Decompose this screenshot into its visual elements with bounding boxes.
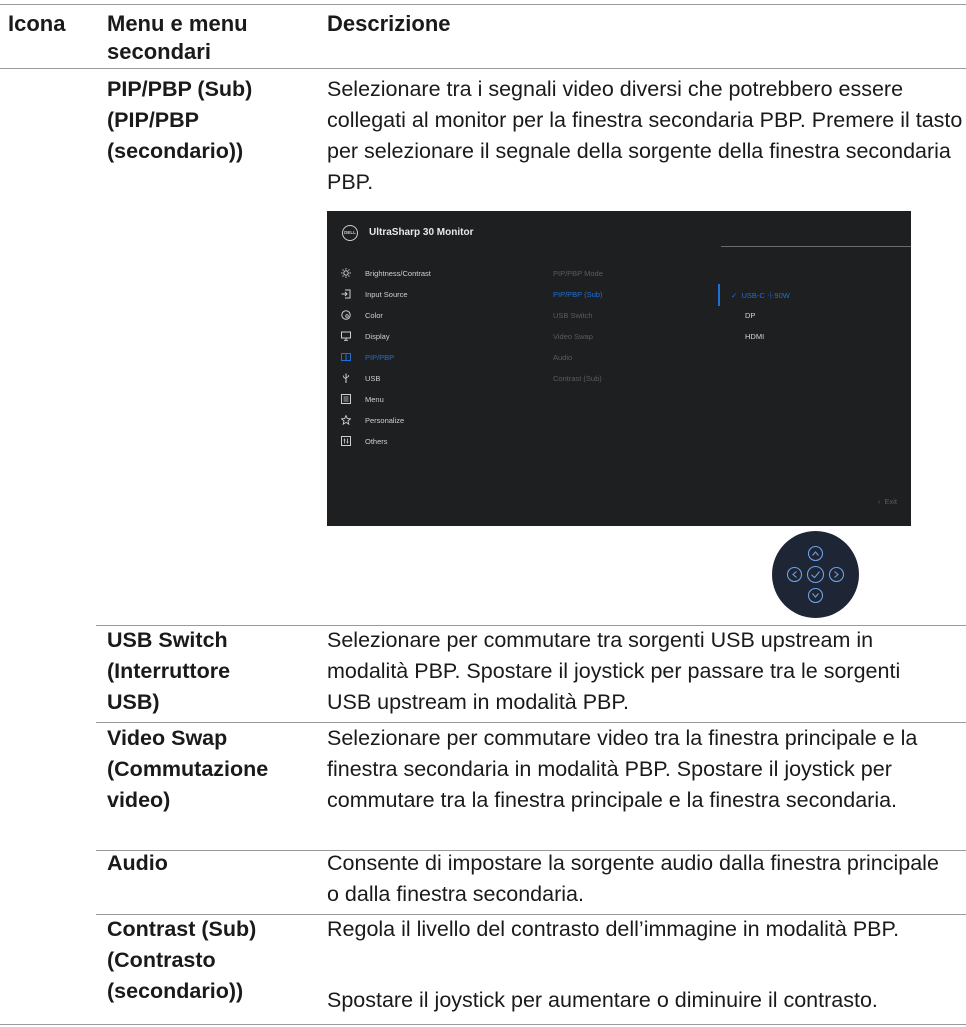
osd-selection-bar	[718, 284, 720, 306]
color-icon	[341, 310, 351, 320]
header-icon: Icona	[8, 11, 66, 36]
osd-item-label: Brightness/Contrast	[365, 268, 431, 278]
usb-icon	[341, 373, 351, 383]
desc-usb-switch: Selezionare per commutare tra sorgenti U…	[327, 628, 901, 714]
dell-logo: DELL	[342, 225, 358, 241]
osd-sub-usb-switch: USB Switch	[553, 311, 593, 320]
bottom-rule	[0, 1024, 966, 1025]
menu-video-swap: Video Swap (Commutazione video)	[107, 726, 269, 812]
osd-item-others: Others	[341, 434, 388, 448]
desc-contrast-sub: Regola il livello del contrasto dell’imm…	[327, 917, 900, 941]
top-rule	[0, 4, 966, 5]
menu-contrast-sub: Contrast (Sub) (Contrasto (secondario))	[107, 917, 257, 1003]
osd-exit: ‹ Exit	[878, 497, 897, 506]
osd-sub-pip-pbp-mode: PIP/PBP Mode	[553, 269, 603, 278]
check-icon: ✓	[731, 291, 738, 300]
osd-sub-contrast-sub: Contrast (Sub)	[553, 374, 602, 383]
osd-sub-audio: Audio	[553, 353, 573, 362]
osd-item-display: Display	[341, 329, 390, 343]
osd-sub-video-swap: Video Swap	[553, 332, 593, 341]
header-rule	[0, 68, 966, 69]
menu-usb-switch: USB Switch (Interruttore USB)	[107, 628, 231, 714]
osd-sub-pip-pbp-sub: PIP/PBP (Sub)	[553, 290, 603, 299]
osd-option-extra: 90W	[774, 291, 790, 300]
menu-audio: Audio	[107, 851, 168, 875]
osd-item-pip-pbp: PIP/PBP	[341, 350, 394, 364]
pip-pbp-icon	[341, 352, 351, 362]
osd-exit-label: Exit	[884, 497, 897, 506]
desc-video-swap: Selezionare per commutare video tra la f…	[327, 726, 918, 812]
display-icon	[341, 331, 351, 341]
header-description: Descrizione	[327, 11, 451, 36]
osd-option-usb-c: ✓ USB-C ⏆90W	[731, 290, 790, 301]
osd-menu-screenshot: DELL UltraSharp 30 Monitor Brightness/Co…	[327, 211, 911, 526]
menu-pip-pbp-sub: PIP/PBP (Sub) (PIP/PBP (secondario))	[107, 77, 253, 163]
osd-item-label: Color	[365, 310, 383, 320]
osd-item-label: USB	[365, 373, 381, 383]
osd-item-personalize: Personalize	[341, 413, 404, 427]
osd-item-label: Personalize	[365, 415, 405, 425]
menu-icon	[341, 394, 351, 404]
osd-option-label: USB-C	[741, 291, 765, 300]
osd-item-menu: Menu	[341, 392, 384, 406]
osd-item-label: Menu	[365, 394, 384, 404]
others-icon	[341, 436, 351, 446]
osd-item-usb: USB	[341, 371, 380, 385]
desc-contrast-sub-2: Spostare il joystick per aumentare o dim…	[327, 988, 878, 1012]
header-menu: Menu e menu secondari	[107, 11, 248, 64]
osd-item-label: Others	[365, 436, 388, 446]
osd-title-rule	[721, 246, 911, 247]
osd-item-label: PIP/PBP	[365, 352, 395, 362]
osd-option-hdmi: HDMI	[745, 332, 765, 341]
input-source-icon	[341, 289, 351, 299]
osd-title: UltraSharp 30 Monitor	[369, 227, 474, 238]
star-icon	[341, 415, 351, 425]
joystick-icon	[772, 531, 859, 618]
osd-item-label: Display	[365, 331, 390, 341]
brightness-icon	[341, 268, 351, 278]
desc-audio: Consente di impostare la sorgente audio …	[327, 851, 939, 906]
osd-item-input-source: Input Source	[341, 287, 408, 301]
desc-pip-pbp-sub: Selezionare tra i segnali video diversi …	[327, 77, 963, 194]
chevron-left-icon: ‹	[877, 497, 881, 506]
osd-item-label: Input Source	[365, 289, 408, 299]
osd-item-brightness: Brightness/Contrast	[341, 266, 431, 280]
osd-item-color: Color	[341, 308, 383, 322]
osd-option-dp: DP	[745, 311, 756, 320]
